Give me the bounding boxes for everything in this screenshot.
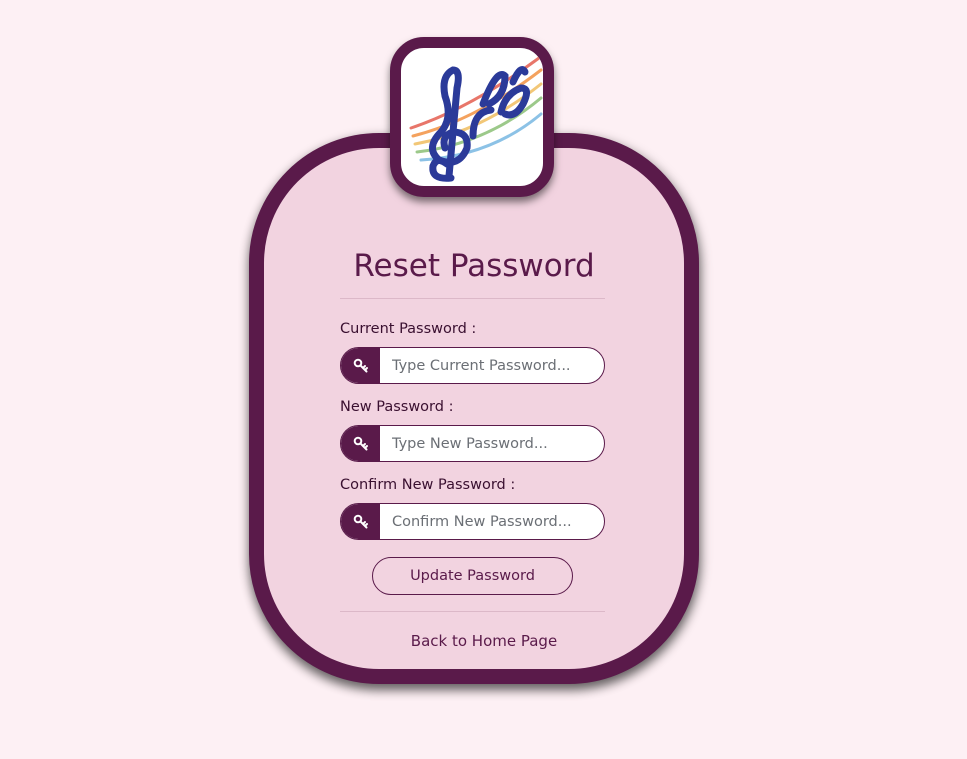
key-icon (341, 504, 380, 539)
title-divider (340, 298, 605, 299)
new-password-group (340, 425, 605, 462)
new-password-input[interactable] (381, 426, 604, 461)
key-icon (341, 348, 380, 383)
page-title: Reset Password (353, 248, 595, 284)
music-notes-logo-icon (409, 56, 543, 182)
reset-password-card (249, 133, 699, 684)
back-to-home-link[interactable]: Back to Home Page (384, 631, 584, 651)
new-password-label: New Password : (340, 399, 454, 415)
current-password-label: Current Password : (340, 321, 477, 337)
key-icon (341, 426, 380, 461)
confirm-password-input[interactable] (381, 504, 604, 539)
current-password-group (340, 347, 605, 384)
footer-divider (340, 611, 605, 612)
logo (390, 37, 554, 197)
update-password-button[interactable]: Update Password (372, 557, 573, 595)
current-password-input[interactable] (381, 348, 604, 383)
confirm-password-label: Confirm New Password : (340, 477, 516, 493)
confirm-password-group (340, 503, 605, 540)
